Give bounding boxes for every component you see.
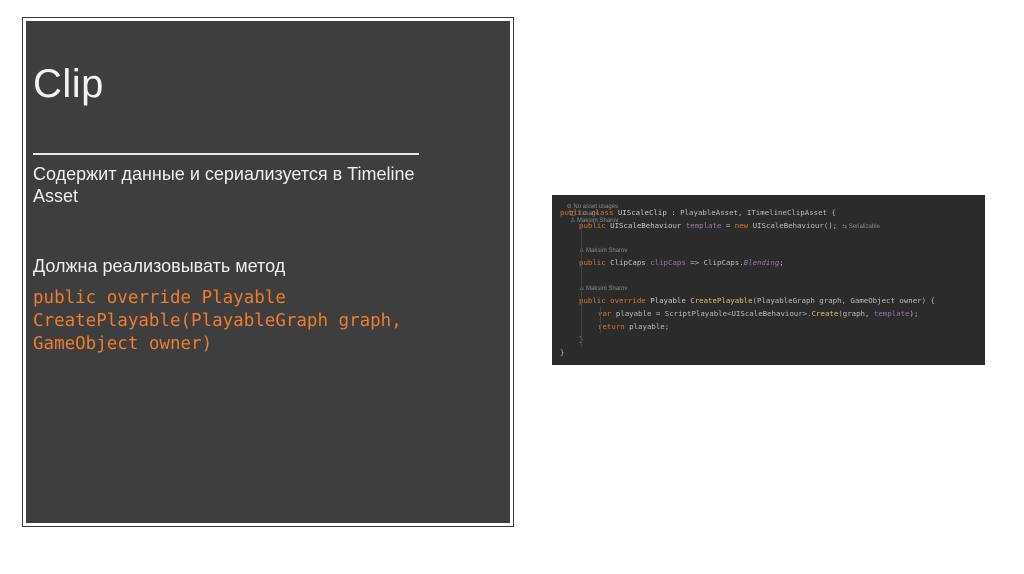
indent-guide: [600, 307, 601, 333]
code-screenshot: ⊘ No asset usages ◫ 1 usage ♙ Maksim Sha…: [552, 195, 985, 365]
method-requirement-label: Должна реализовывать метод: [33, 256, 286, 276]
slide-description: Содержит данные и сериализуется в Timeli…: [33, 164, 415, 206]
indent-guide: [581, 219, 582, 347]
code-line-class: public class UIScaleClip : PlayableAsset…: [560, 208, 836, 217]
signature-line-2: CreatePlayable(PlayableGraph graph,: [33, 311, 402, 331]
code-line-clipcaps: public ClipCaps clipCaps => ClipCaps.Ble…: [579, 258, 784, 267]
author-icon: ♙: [566, 218, 578, 224]
code-line-return: return playable;: [598, 322, 670, 331]
code-line-method: public override Playable CreatePlayable(…: [579, 296, 935, 305]
method-signature: public override Playable CreatePlayable(…: [33, 287, 473, 356]
code-line-close-class: }: [560, 348, 565, 357]
signature-line-3: GameObject owner): [33, 334, 213, 354]
slide-title: Clip: [33, 62, 104, 106]
code-hint-author-2: ♙ Maksim Sharov: [579, 248, 628, 254]
serializable-hint: ⇆ Serializable: [837, 224, 880, 230]
code-line-var: var playable = ScriptPlayable<UIScaleBeh…: [598, 309, 919, 318]
title-divider: [33, 153, 419, 155]
signature-line-1: public override Playable: [33, 288, 286, 308]
code-hint-author-3: ♙ Maksim Sharov: [579, 286, 628, 292]
code-line-field: public UIScaleBehaviour template = new U…: [579, 221, 880, 230]
